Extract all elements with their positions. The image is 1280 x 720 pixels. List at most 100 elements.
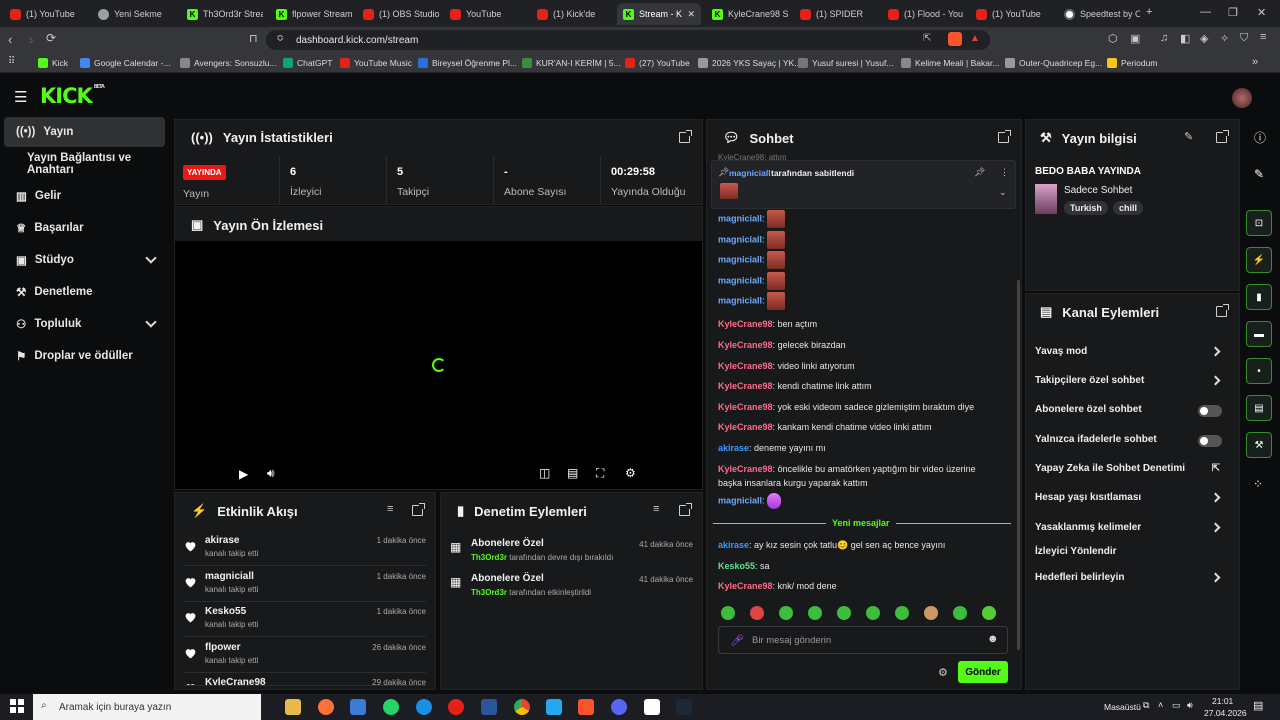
chat-username[interactable]: akirase	[718, 443, 749, 453]
sidebar-item-community[interactable]: ⚇ Topluluk	[4, 309, 165, 339]
firefox-icon[interactable]	[318, 699, 334, 715]
bookmark-item[interactable]: Bireysel Öğrenme Pl...	[418, 56, 517, 70]
chat-message[interactable]: KyleCrane98: yok eski videom sadece gizl…	[718, 402, 974, 412]
settings-gear-icon[interactable]: ⚙	[625, 466, 636, 480]
notepad-icon[interactable]	[644, 699, 660, 715]
browser-tab[interactable]: K Stream - K ✕	[617, 3, 701, 25]
url-input[interactable]: ≎ dashboard.kick.com/stream ⇱ ▲	[266, 30, 990, 50]
filter-icon[interactable]: ≡	[653, 503, 659, 515]
bookmark-item[interactable]: Outer-Quadricep Eg...	[1005, 56, 1102, 70]
rail-button-info[interactable]: ⚒	[1246, 432, 1272, 458]
channel-action-row[interactable]: Takipçilere özel sohbet	[1035, 375, 1222, 389]
bookmark-item[interactable]: ChatGPT	[283, 56, 332, 70]
chat-message[interactable]: magniciall:	[718, 292, 786, 310]
chat-username[interactable]: magniciall	[718, 213, 762, 223]
desktop-label[interactable]: Masaüstü	[1104, 702, 1141, 712]
screenshot-icon[interactable]: ▣	[1130, 32, 1140, 45]
bookmark-item[interactable]: Google Calendar -...	[80, 56, 171, 70]
browser-tab[interactable]: (1) OBS Studio	[357, 3, 439, 25]
popout-icon[interactable]	[679, 503, 692, 516]
chat-scrollbar[interactable]	[1017, 280, 1020, 650]
chat-message[interactable]: KyleCrane98: gelecek birazdan	[718, 340, 846, 350]
filter-icon[interactable]: ≡	[387, 503, 393, 515]
brave-shield-icon[interactable]	[948, 32, 962, 46]
emote-icon[interactable]	[750, 606, 764, 620]
browser-tab[interactable]: Yeni Sekme	[92, 3, 174, 25]
rail-button-actions[interactable]: ▤	[1246, 395, 1272, 421]
kick-logo[interactable]: KICK BETA	[40, 84, 105, 108]
channel-action-row[interactable]: Yavaş mod	[1035, 346, 1222, 360]
pinned-message[interactable]: 📌︎ magniciall tarafından sabitlendi 📌︎ ⋮…	[711, 160, 1016, 209]
new-tab-button[interactable]: +	[1146, 6, 1152, 18]
browser-tab[interactable]: K KyleCrane98 St	[706, 3, 788, 25]
windows-start-icon[interactable]	[10, 699, 24, 713]
chat-message[interactable]: magniciall:	[718, 272, 786, 290]
chat-username[interactable]: magniciall	[718, 234, 762, 244]
chat-message[interactable]: magniciall:	[718, 231, 786, 249]
whatsapp-icon[interactable]	[383, 699, 399, 715]
popout-icon[interactable]	[998, 130, 1011, 143]
bookmark-icon[interactable]: ⊓	[249, 32, 258, 45]
rail-button-chat[interactable]: ▬	[1246, 321, 1272, 347]
channel-action-row[interactable]: Hesap yaşı kısıtlaması	[1035, 492, 1222, 506]
forward-icon[interactable]: ›	[29, 32, 33, 47]
chevron-down-icon[interactable]: ⌄	[999, 187, 1007, 198]
clock-date[interactable]: 27.04.2026	[1204, 708, 1247, 718]
browser-tab[interactable]: K Th3Ord3r Stream	[181, 3, 263, 25]
steam-icon[interactable]	[676, 699, 692, 715]
channel-action-row[interactable]: İzleyici Yönlendir	[1035, 546, 1222, 560]
chat-username[interactable]: akirase	[718, 540, 749, 550]
chat-username[interactable]: KyleCrane98	[718, 340, 773, 350]
sidebar-item-moderation[interactable]: ⚒ Denetleme	[4, 277, 165, 307]
emoji-icon[interactable]: ☻	[987, 633, 999, 645]
chat-message[interactable]: KyleCrane98: kankam kendi chatime video …	[718, 422, 932, 432]
user-avatar[interactable]	[1232, 88, 1252, 108]
browser-tab[interactable]: (1) YouTube	[4, 3, 86, 25]
sidebar-item-revenue[interactable]: ▥ Gelir	[4, 181, 165, 211]
chat-username[interactable]: magniciall	[718, 295, 762, 305]
browser-tab[interactable]: Speedtest by O	[1058, 3, 1140, 25]
play-icon[interactable]: ▶	[239, 467, 248, 481]
theater-icon[interactable]: ▤	[567, 466, 578, 480]
chat-message[interactable]: KyleCrane98: ben açtım	[718, 319, 817, 329]
chevron-up-icon[interactable]: ˄	[1158, 700, 1163, 710]
chat-username[interactable]: KyleCrane98	[718, 464, 773, 474]
rewards-icon[interactable]: ▲	[970, 33, 980, 44]
browser-tab[interactable]: Kflpower Stream	[270, 3, 352, 25]
chat-message[interactable]: başka insanlara kurgu yaparak kattım	[718, 478, 868, 488]
youtube-app-icon[interactable]	[448, 699, 464, 715]
edge-icon[interactable]	[416, 699, 432, 715]
feed-row[interactable]: KyleCrane98 29 dakika önce	[184, 674, 426, 686]
pip-icon[interactable]: ◫	[539, 466, 550, 480]
chat-message[interactable]: akirase: ay kız sesin çok tatlu😊 gel sen…	[718, 540, 945, 551]
network-icon[interactable]: ▭	[1172, 700, 1181, 711]
channel-action-row[interactable]: Yalnızca ifadelerle sohbet	[1035, 434, 1222, 448]
emote-icon[interactable]	[837, 606, 851, 620]
emote-icon[interactable]	[953, 606, 967, 620]
sidebar-item-drops[interactable]: ⚑ Droplar ve ödüller	[4, 341, 165, 371]
volume-icon[interactable]: 🔊︎	[267, 466, 275, 481]
rail-button-moderation[interactable]: ▮	[1246, 284, 1272, 310]
clock-time[interactable]: 21:01	[1212, 696, 1233, 706]
wallet-icon[interactable]: ◈	[1200, 32, 1208, 45]
popout-icon[interactable]	[1216, 304, 1229, 317]
channel-action-row[interactable]: Yasaklanmış kelimeler	[1035, 522, 1222, 536]
moderation-row[interactable]: ▦ Abonelere Özel Th3Ord3r tarafından etkin…	[450, 571, 693, 603]
edit-icon[interactable]: ✎	[1184, 130, 1193, 143]
chat-input[interactable]: 🎤︎ Bir mesaj gönderin ☻	[718, 626, 1008, 654]
sidebar-item-achievements[interactable]: ♕ Başarılar	[4, 213, 165, 243]
site-info-icon[interactable]: ≎	[276, 33, 284, 44]
minimize-button[interactable]: —	[1200, 6, 1211, 18]
chat-username[interactable]: Kesko55	[718, 561, 755, 571]
popout-icon[interactable]	[412, 503, 425, 516]
channel-action-row[interactable]: Hedefleri belirleyin	[1035, 572, 1222, 586]
rail-button-clips[interactable]: ⊡	[1246, 210, 1272, 236]
browser-tab[interactable]: (1) SPIDER	[794, 3, 876, 25]
channel-action-row[interactable]: Abonelere özel sohbet	[1035, 404, 1222, 418]
maximize-button[interactable]: ❐	[1228, 6, 1238, 19]
sidebar-item-stream[interactable]: ((•)) Yayın	[4, 117, 165, 147]
bookmark-item[interactable]: 2026 YKS Sayaç | YK...	[698, 56, 801, 70]
mic-icon[interactable]: 🎤︎	[730, 634, 744, 647]
bookmark-item[interactable]: Yusuf suresi | Yusuf...	[798, 56, 893, 70]
emote-icon[interactable]	[808, 606, 822, 620]
